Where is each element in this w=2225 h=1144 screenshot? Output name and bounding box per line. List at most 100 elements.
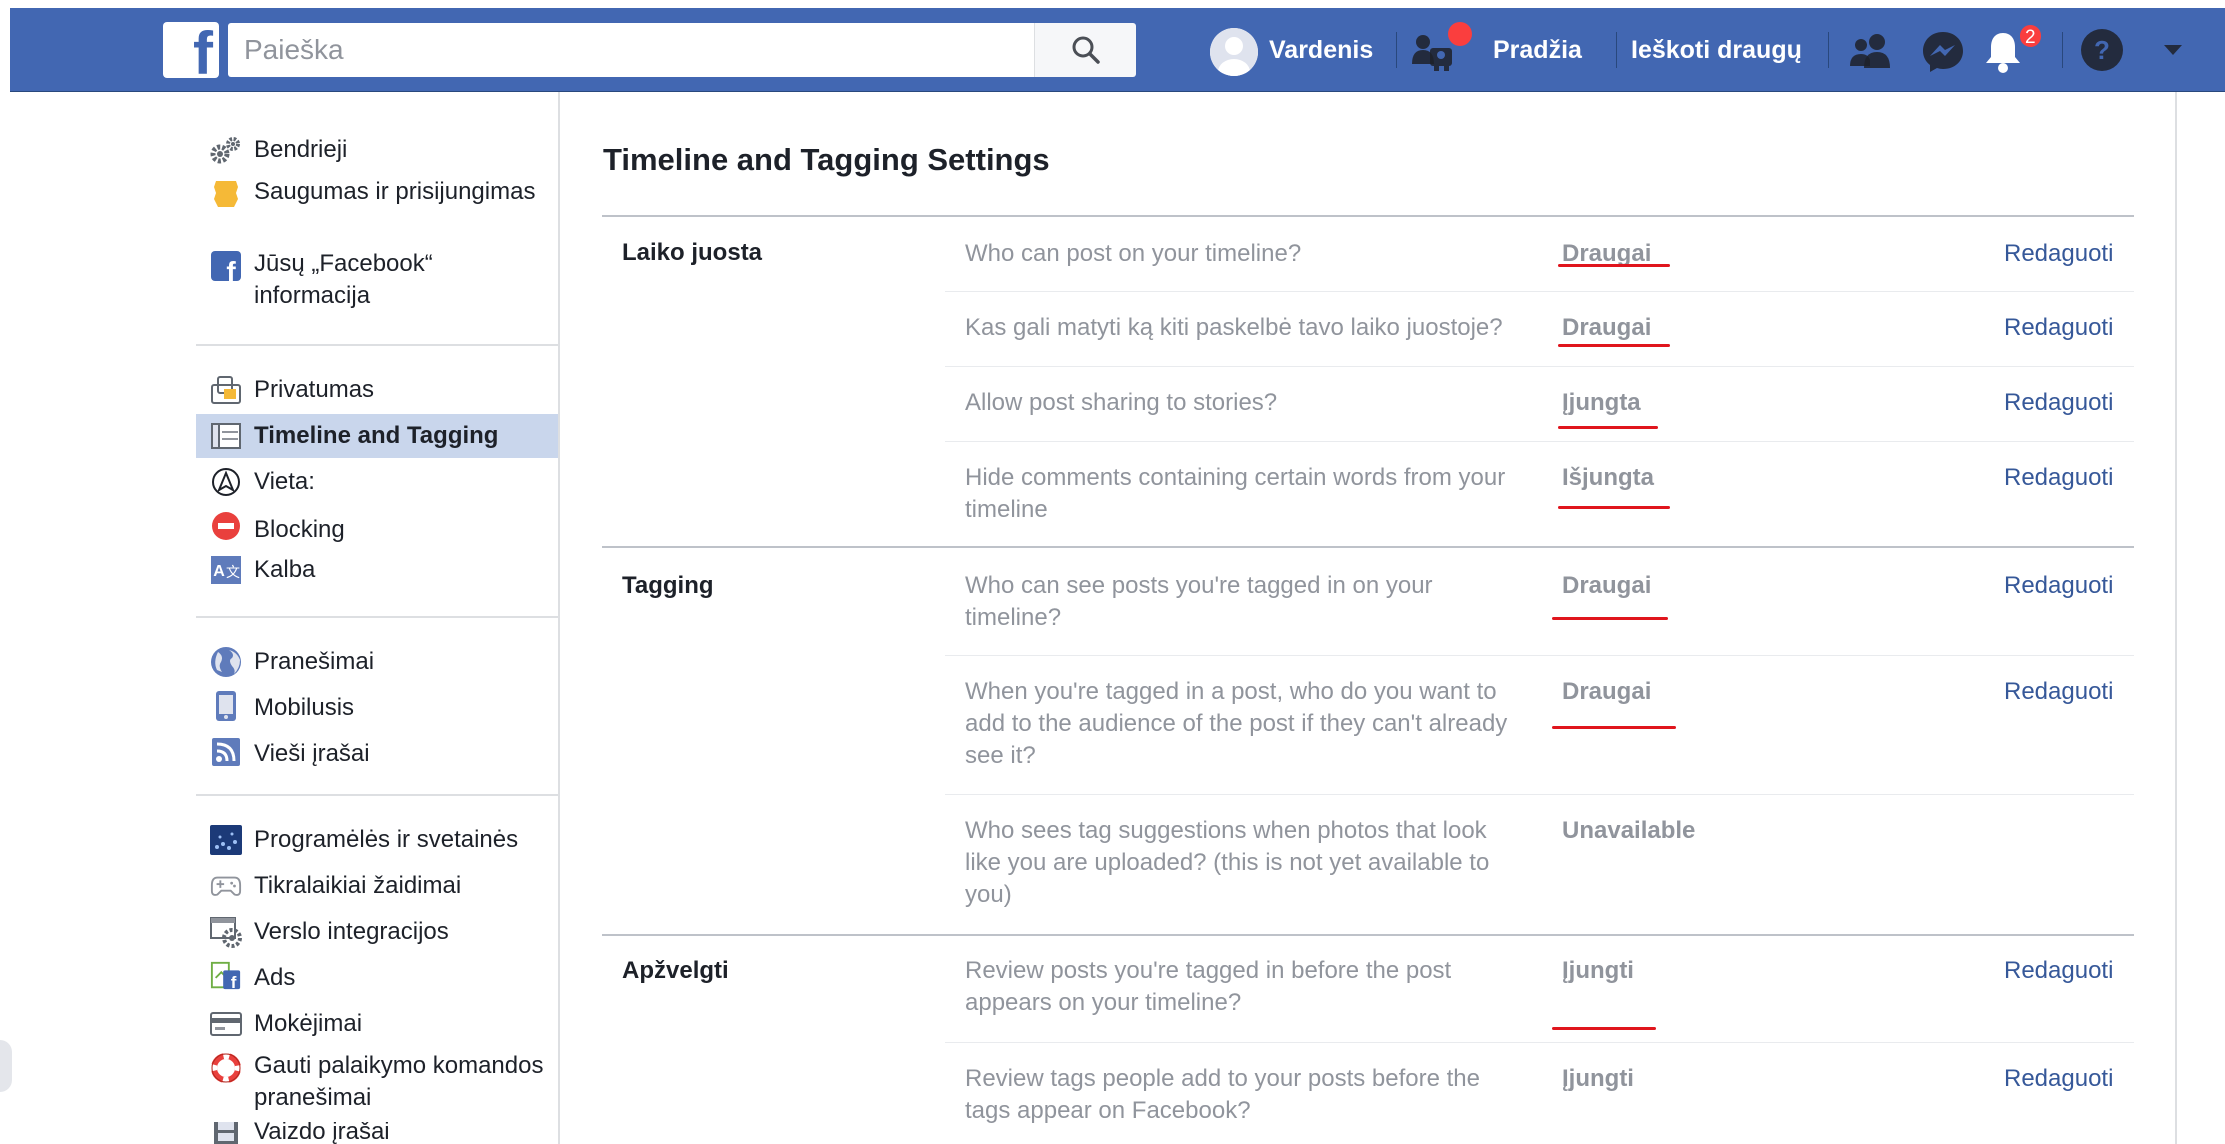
help-icon[interactable]: ? xyxy=(2080,28,2124,72)
row-divider xyxy=(945,794,2134,795)
sidebar-item-security-login[interactable]: Saugumas ir prisijungimas xyxy=(196,176,558,242)
setting-question: Review tags people add to your posts bef… xyxy=(965,1065,1480,1124)
sidebar-item-blocking[interactable]: Blocking xyxy=(196,508,558,548)
sidebar-item-label: Saugumas ir prisijungimas xyxy=(254,178,536,205)
edit-link[interactable]: Redaguoti xyxy=(2004,238,2113,270)
sidebar-divider xyxy=(196,344,558,346)
language-icon: A 文 xyxy=(210,554,242,586)
sidebar-item-label: Mobilusis xyxy=(254,694,355,721)
divider xyxy=(2062,32,2063,68)
messenger-icon[interactable] xyxy=(1921,30,1965,74)
edit-link[interactable]: Redaguoti xyxy=(2004,676,2113,708)
account-menu-chevron-down-icon[interactable] xyxy=(2160,40,2186,60)
sidebar-item-label: Blocking xyxy=(254,516,345,543)
sidebar-item-timeline-tagging[interactable]: Timeline and Tagging xyxy=(196,414,558,458)
search-box xyxy=(228,23,1046,77)
annotation-underline xyxy=(1552,617,1668,620)
section-label-timeline: Laiko juosta xyxy=(622,239,763,266)
sidebar-item-general[interactable]: Bendrieji xyxy=(196,130,558,170)
setting-value: Išjungta xyxy=(1562,464,1655,491)
sidebar-divider xyxy=(196,794,558,796)
settings-page: f Vardenis xyxy=(0,0,2225,1144)
search-icon xyxy=(1072,36,1100,64)
sidebar-item-label: Vieši įrašai xyxy=(254,740,370,767)
sidebar-item-business-integrations[interactable]: Verslo integracijos xyxy=(196,912,558,952)
sidebar-item-label: Timeline and Tagging xyxy=(254,422,499,449)
setting-question: Kas gali matyti ką kiti paskelbė tavo la… xyxy=(965,314,1503,341)
annotation-underline xyxy=(1558,426,1658,429)
payment-card-icon xyxy=(210,1008,242,1040)
row-divider xyxy=(945,1042,2134,1043)
edit-link[interactable]: Redaguoti xyxy=(2004,387,2113,419)
svg-text:文: 文 xyxy=(226,564,240,580)
sidebar-item-your-facebook-info[interactable]: f Jūsų „Facebook“ informacija xyxy=(196,248,558,314)
sidebar-item-instant-games[interactable]: Tikralaikiai žaidimai xyxy=(196,866,558,906)
edit-link[interactable]: Redaguoti xyxy=(2004,570,2113,602)
annotation-underline xyxy=(1558,264,1670,267)
setting-value: Įjungti xyxy=(1562,1065,1634,1092)
svg-text:A: A xyxy=(213,563,225,580)
avatar[interactable] xyxy=(1210,28,1258,76)
sidebar-item-label: Tikralaikiai žaidimai xyxy=(254,872,462,899)
profile-name-link[interactable]: Vardenis xyxy=(1269,34,1373,66)
sidebar-item-ads[interactable]: f Ads xyxy=(196,958,558,998)
globe-icon xyxy=(210,646,242,678)
annotation-underline xyxy=(1558,506,1670,509)
sidebar-item-location[interactable]: Vieta: xyxy=(196,462,558,502)
rss-icon xyxy=(210,736,242,768)
setting-question: Who can see posts you're tagged in on yo… xyxy=(965,572,1433,631)
divider xyxy=(1396,32,1397,68)
setting-question: Who sees tag suggestions when photos tha… xyxy=(965,817,1490,908)
apps-icon xyxy=(210,824,242,856)
friend-requests-icon[interactable] xyxy=(1848,32,1894,70)
sidebar-item-label: Vaizdo įrašai xyxy=(254,1122,390,1144)
setting-question: When you're tagged in a post, who do you… xyxy=(965,678,1508,769)
mobile-icon xyxy=(210,690,242,722)
sidebar-item-label: Mokėjimai xyxy=(254,1010,363,1037)
location-icon xyxy=(210,466,242,498)
sidebar-item-videos[interactable]: Vaizdo įrašai xyxy=(196,1122,558,1144)
lifebuoy-icon xyxy=(210,1052,242,1084)
sidebar-item-label: Kalba xyxy=(254,556,316,583)
annotation-underline xyxy=(1552,1027,1656,1030)
user-silhouette-icon xyxy=(1210,28,1258,76)
edit-link[interactable]: Redaguoti xyxy=(2004,462,2113,494)
sidebar-divider xyxy=(196,616,558,618)
section-divider xyxy=(602,934,2134,936)
facebook-logo-icon[interactable]: f xyxy=(163,22,219,84)
content-border xyxy=(558,92,560,1144)
sidebar-item-label: Jūsų „Facebook“ informacija xyxy=(254,250,433,309)
edit-link[interactable]: Redaguoti xyxy=(2004,955,2113,987)
row-divider xyxy=(945,366,2134,367)
row-divider xyxy=(945,291,2134,292)
sidebar-item-label: Programėlės ir svetainės xyxy=(254,826,519,853)
sidebar-item-privacy[interactable]: Privatumas xyxy=(196,370,558,410)
row-divider xyxy=(945,655,2134,656)
gamepad-icon xyxy=(210,870,242,902)
sidebar-item-label: Pranešimai xyxy=(254,648,375,675)
setting-value: Įjungta xyxy=(1562,389,1641,416)
svg-text:f: f xyxy=(231,973,237,992)
home-link[interactable]: Pradžia xyxy=(1493,34,1582,66)
sidebar-item-label: Vieta: xyxy=(254,468,315,495)
divider xyxy=(1828,32,1829,68)
sidebar-item-payments[interactable]: Mokėjimai xyxy=(196,1004,558,1044)
new-activity-dot xyxy=(1448,22,1472,46)
edit-link[interactable]: Redaguoti xyxy=(2004,1063,2113,1095)
sidebar-item-notifications[interactable]: Pranešimai xyxy=(196,642,558,682)
setting-question: Hide comments containing certain words f… xyxy=(965,464,1506,523)
search-button[interactable] xyxy=(1034,23,1136,77)
search-input[interactable] xyxy=(228,23,1036,77)
sidebar-item-label: Ads xyxy=(254,964,296,991)
notifications-count-badge: 2 xyxy=(2018,23,2043,49)
sidebar-item-support-inbox[interactable]: Gauti palaikymo komandos pranešimai xyxy=(196,1050,558,1116)
sidebar-item-mobile[interactable]: Mobilusis xyxy=(196,688,558,728)
sidebar-item-public-posts[interactable]: Vieši įrašai xyxy=(196,734,558,774)
row-divider xyxy=(945,441,2134,442)
sidebar-item-apps-websites[interactable]: Programėlės ir svetainės xyxy=(196,820,558,860)
svg-text:f: f xyxy=(226,256,236,281)
scroll-handle[interactable] xyxy=(0,1040,12,1092)
sidebar-item-language[interactable]: A 文 Kalba xyxy=(196,550,558,590)
edit-link[interactable]: Redaguoti xyxy=(2004,312,2113,344)
find-friends-link[interactable]: Ieškoti draugų xyxy=(1631,34,1802,66)
